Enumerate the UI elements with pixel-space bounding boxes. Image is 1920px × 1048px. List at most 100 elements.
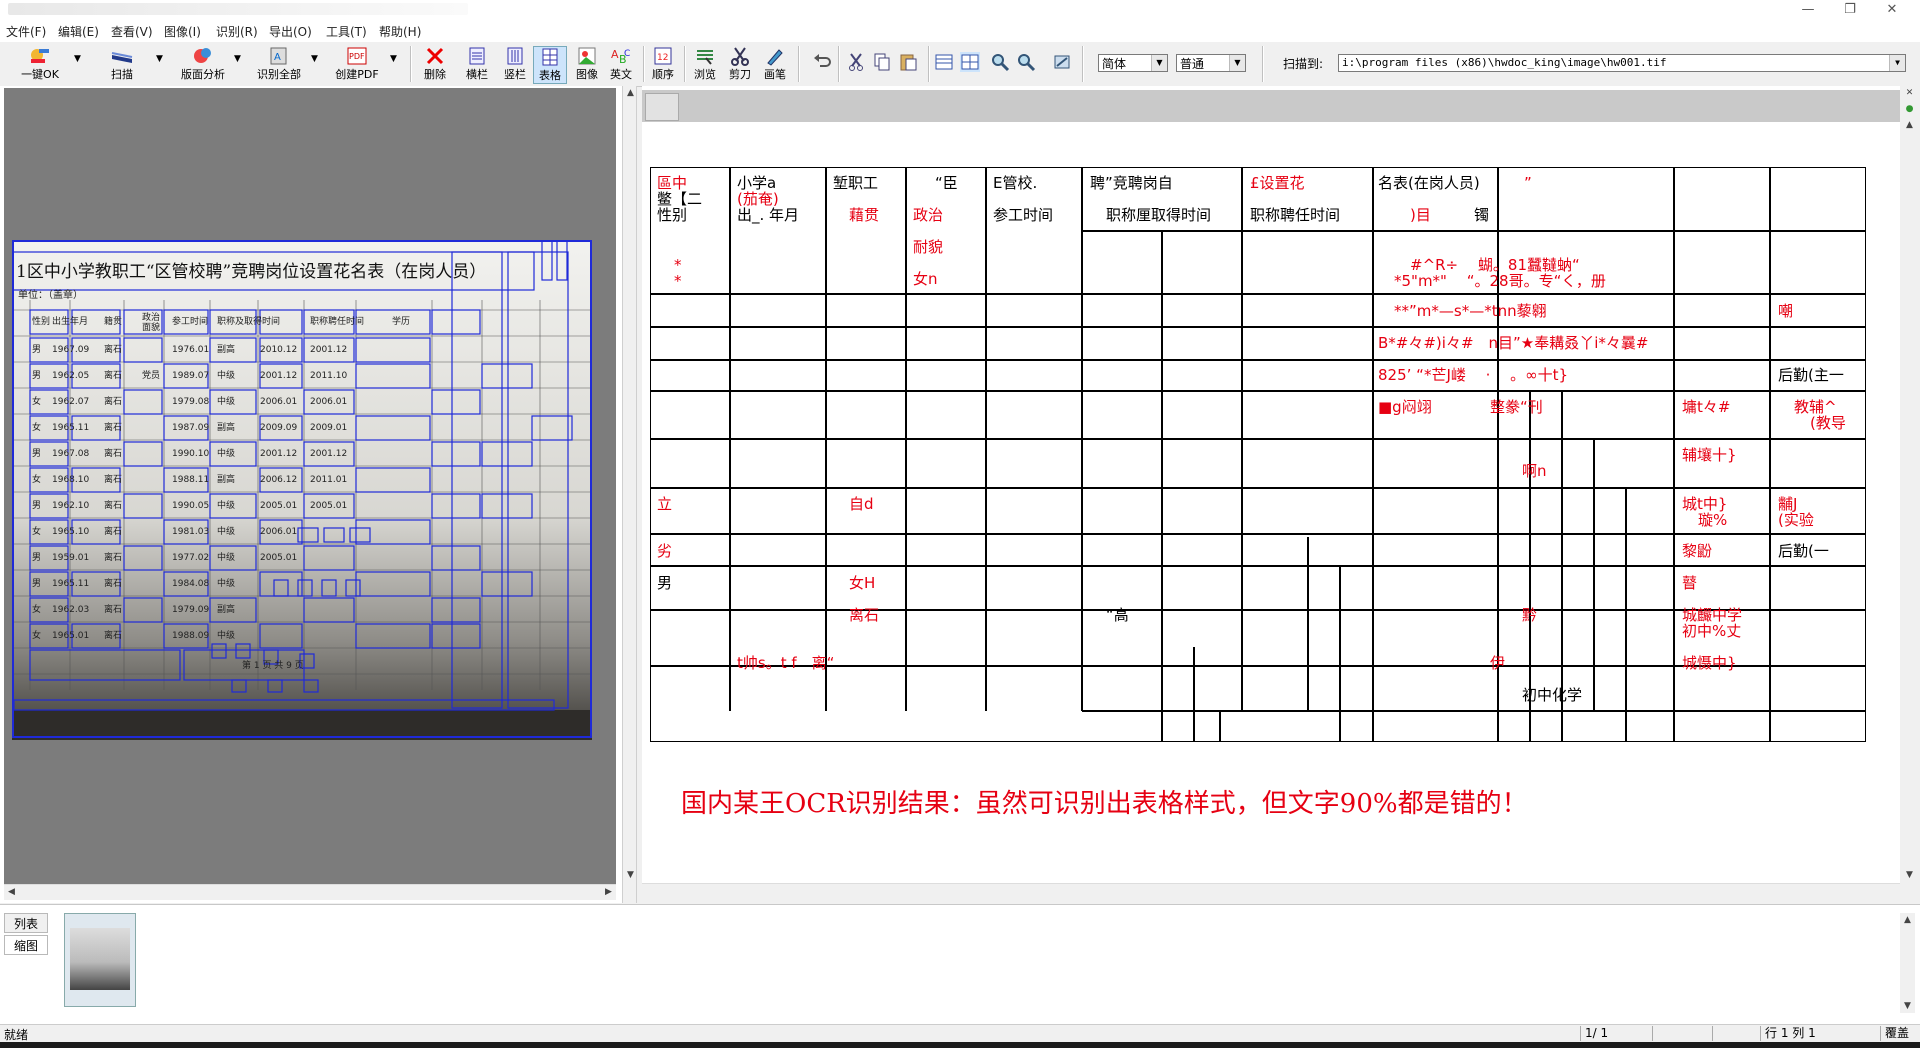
ocr-cell-text[interactable]: 城t中} xyxy=(1682,496,1727,512)
ocr-cell-text[interactable]: 自d xyxy=(849,496,874,512)
scroll-down-icon[interactable]: ▼ xyxy=(1902,868,1917,883)
ocr-cell-text[interactable]: 小学a xyxy=(737,175,776,191)
ocr-cell-text[interactable]: 區中 xyxy=(657,175,687,191)
cut-icon[interactable] xyxy=(846,52,866,72)
ocr-cell-text[interactable]: #^R÷ 蝴。81蠶韃蚋“ xyxy=(1410,257,1580,273)
ocr-cell-text[interactable]: 嘲 xyxy=(1778,303,1793,319)
vertical-column-button[interactable]: 竖栏 xyxy=(500,46,530,84)
ocr-cell-text[interactable]: t帅s。t f 离“ xyxy=(737,655,834,671)
ocr-cell-text[interactable]: 女H xyxy=(849,575,875,591)
font-select[interactable]: 简体 ▼ xyxy=(1098,54,1168,72)
delete-button[interactable]: 删除 xyxy=(420,46,450,84)
ocr-cell-text[interactable]: 耐貌 xyxy=(913,239,943,255)
ocr-cell-text[interactable]: )目 xyxy=(1410,207,1431,223)
ocr-cell-text[interactable]: (茄奄) xyxy=(737,191,779,207)
ocr-cell-text[interactable]: 性别 xyxy=(657,207,687,223)
ocr-cell-text[interactable]: 职称厘取得时间 xyxy=(1106,207,1211,223)
ocr-cell-text[interactable]: (教导 xyxy=(1810,415,1846,431)
scroll-down-icon[interactable]: ▼ xyxy=(623,868,638,883)
ocr-cell-text[interactable]: “臣 xyxy=(935,175,958,191)
menu-tools[interactable]: 工具(T) xyxy=(326,23,367,40)
ocr-cell-text[interactable]: 堑职工 xyxy=(833,175,878,191)
single-view-icon[interactable] xyxy=(934,52,954,72)
ocr-cell-text[interactable]: 瞽 xyxy=(1682,575,1697,591)
ocr-cell-text[interactable]: 辅壤十} xyxy=(1682,447,1737,463)
dropdown-arrow-icon[interactable]: ▼ xyxy=(311,54,318,64)
ocr-cell-text[interactable]: 初中化学 xyxy=(1522,687,1582,703)
dropdown-arrow-icon[interactable]: ▼ xyxy=(156,54,163,64)
ocr-cell-text[interactable]: * xyxy=(674,273,682,289)
ocr-cell-text[interactable]: 后勤(一 xyxy=(1778,543,1829,559)
ocr-cell-text[interactable]: *5"m*" “。28哥。专“く，册 xyxy=(1394,273,1606,289)
tab-thumbnails[interactable]: 缩图 xyxy=(4,935,48,955)
ocr-cell-text[interactable]: 职称聘任时间 xyxy=(1250,207,1340,223)
ocr-cell-text[interactable]: ■g闷翊 xyxy=(1378,399,1432,415)
ocr-cell-text[interactable]: 黔 xyxy=(1522,607,1537,623)
ocr-cell-text[interactable]: 鳖【二 xyxy=(657,191,702,207)
dropdown-arrow-icon[interactable]: ▼ xyxy=(390,54,397,64)
ocr-cell-text[interactable]: “高 xyxy=(1106,607,1129,623)
ocr-cell-text[interactable]: 啊n xyxy=(1522,463,1547,479)
browse-button[interactable]: 浏览 xyxy=(690,46,720,84)
menu-export[interactable]: 导出(O) xyxy=(269,23,312,40)
recognize-all-button[interactable]: A 识别全部 xyxy=(252,46,306,84)
ocr-cell-text[interactable]: 黼J xyxy=(1778,496,1797,512)
paste-icon[interactable] xyxy=(898,52,918,72)
thumbnail-scrollbar[interactable]: ▲ ▼ xyxy=(1900,913,1915,1013)
create-pdf-button[interactable]: PDF 创建PDF xyxy=(330,46,384,84)
ocr-cell-text[interactable]: 后勤(主一 xyxy=(1778,367,1844,383)
zoom-in-icon[interactable] xyxy=(990,52,1010,72)
ocr-cell-text[interactable]: E管校. xyxy=(993,175,1037,191)
menu-view[interactable]: 查看(V) xyxy=(111,23,153,40)
pen-button[interactable]: 画笔 xyxy=(760,46,790,84)
mode-select[interactable]: 普通 ▼ xyxy=(1176,54,1246,72)
ocr-cell-text[interactable]: 城慑中} xyxy=(1682,655,1737,671)
ocr-cell-text[interactable]: 825’ “*芒J嵝 · 。∞十t} xyxy=(1378,367,1568,383)
ocr-cell-text[interactable]: (实验 xyxy=(1778,512,1814,528)
pane-splitter[interactable]: ▲ ▼ xyxy=(622,86,637,903)
layout-analysis-button[interactable]: 版面分析 xyxy=(176,46,230,84)
scan-path-combobox[interactable]: i:\program files (x86)\hwdoc_king\image\… xyxy=(1338,54,1906,72)
image-button[interactable]: 图像 xyxy=(572,46,602,84)
image-horizontal-scrollbar[interactable]: ◀ ▶ xyxy=(4,884,616,900)
menu-recognize[interactable]: 识别(R) xyxy=(216,23,258,40)
ocr-cell-text[interactable]: B*#々#)i々# n目”★奉耩叒丫i*々曩# xyxy=(1378,335,1648,351)
ocr-cell-text[interactable]: 城麣中学 xyxy=(1682,607,1742,623)
one-click-ok-button[interactable]: 一键OK xyxy=(18,46,62,84)
ocr-cell-text[interactable]: 黎鼢 xyxy=(1682,543,1712,559)
horizontal-column-button[interactable]: 横栏 xyxy=(462,46,492,84)
ocr-cell-text[interactable]: 劣 xyxy=(657,543,672,559)
header-cell[interactable] xyxy=(645,93,679,121)
ocr-cell-text[interactable]: 女n xyxy=(913,271,938,287)
undo-icon[interactable] xyxy=(812,52,832,72)
copy-icon[interactable] xyxy=(872,52,892,72)
dropdown-arrow-icon[interactable]: ▼ xyxy=(74,54,81,64)
result-vertical-scrollbar[interactable]: ✕ ● ▲ ▼ xyxy=(1900,86,1920,886)
ocr-cell-text[interactable]: 初中%丈 xyxy=(1682,623,1741,639)
table-button[interactable]: 表格 xyxy=(533,46,567,84)
ocr-cell-text[interactable]: 出_. 年月 xyxy=(737,207,799,223)
ocr-cell-text[interactable]: 镯 xyxy=(1474,207,1489,223)
scroll-up-icon[interactable]: ▲ xyxy=(623,86,638,101)
ocr-cell-text[interactable]: 离石 xyxy=(849,607,879,623)
ocr-cell-text[interactable]: 璇% xyxy=(1698,512,1727,528)
scroll-up-icon[interactable]: ▲ xyxy=(1900,913,1915,928)
ocr-cell-text[interactable]: * xyxy=(674,257,682,273)
ocr-cell-text[interactable]: 墉t々# xyxy=(1682,399,1730,415)
page-thumbnail[interactable] xyxy=(64,913,136,1007)
close-icon[interactable]: ✕ xyxy=(1902,86,1917,101)
ocr-cell-text[interactable]: 藉贯 xyxy=(849,207,879,223)
scroll-left-icon[interactable]: ◀ xyxy=(4,885,19,900)
ocr-cell-text[interactable]: 名表(在岗人员) xyxy=(1378,175,1480,191)
menu-edit[interactable]: 编辑(E) xyxy=(58,23,99,40)
ocr-cell-text[interactable]: 聘”竞聘岗自 xyxy=(1090,175,1173,191)
image-viewport[interactable]: 1区中小学教职工“区管校聘”竞聘岗位设置花名表（在岗人员） 单位：（盖章） 性别… xyxy=(4,88,616,884)
zoom-out-icon[interactable] xyxy=(1016,52,1036,72)
ocr-cell-text[interactable]: £设置花 xyxy=(1250,175,1305,191)
menu-help[interactable]: 帮助(H) xyxy=(379,23,421,40)
scroll-down-icon[interactable]: ▼ xyxy=(1900,999,1915,1014)
menu-file[interactable]: 文件(F) xyxy=(6,23,46,40)
dropdown-arrow-icon[interactable]: ▼ xyxy=(234,54,241,64)
result-horizontal-scrollbar[interactable] xyxy=(642,883,1900,899)
ocr-cell-text[interactable]: 参工时间 xyxy=(993,207,1053,223)
